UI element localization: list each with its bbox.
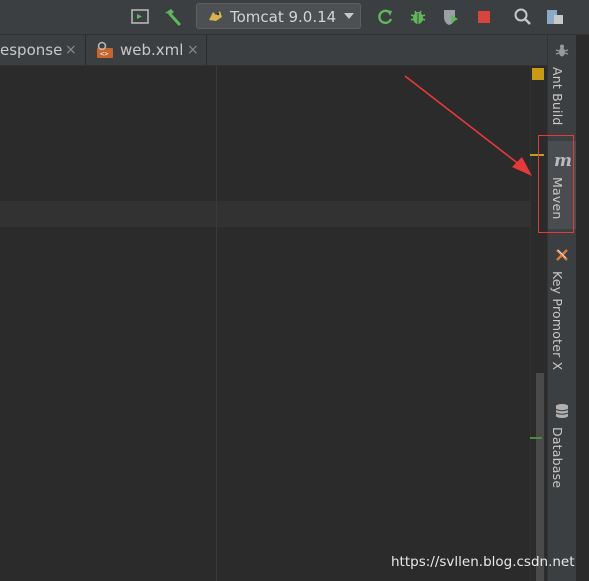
tool-window-label: Database bbox=[550, 427, 565, 489]
rerun-icon[interactable] bbox=[375, 7, 395, 27]
tool-window-ant-build[interactable]: Ant Build bbox=[548, 43, 576, 138]
tab-label: web.xml bbox=[120, 41, 184, 59]
watermark: https://svllen.blog.csdn.net bbox=[391, 554, 575, 570]
database-icon bbox=[555, 404, 569, 418]
tool-window-label: Key Promoter X bbox=[550, 271, 565, 371]
vertical-scrollbar[interactable] bbox=[536, 373, 544, 581]
debug-bug-icon[interactable] bbox=[408, 7, 428, 27]
tomcat-icon bbox=[209, 11, 222, 21]
inspection-status-icon[interactable] bbox=[532, 68, 544, 80]
run-configuration-label: Tomcat 9.0.14 bbox=[230, 8, 337, 26]
code-editor[interactable] bbox=[0, 66, 548, 581]
ant-icon bbox=[555, 44, 569, 57]
caret-row-highlight bbox=[0, 201, 530, 227]
tool-window-database[interactable]: Database bbox=[548, 403, 576, 513]
coverage-icon[interactable] bbox=[441, 7, 461, 27]
key-promoter-icon bbox=[556, 249, 568, 261]
layout-icon[interactable] bbox=[130, 7, 150, 27]
build-hammer-icon[interactable] bbox=[162, 7, 182, 27]
right-tool-window-bar: Ant Build m Maven Key Promoter X Databas… bbox=[547, 35, 576, 581]
dropdown-caret-icon bbox=[344, 13, 354, 19]
window-edge bbox=[576, 35, 589, 581]
run-configuration-select[interactable]: Tomcat 9.0.14 bbox=[196, 3, 361, 29]
tool-window-key-promoter-x[interactable]: Key Promoter X bbox=[548, 247, 576, 377]
maven-highlight-box bbox=[538, 135, 574, 233]
svg-text:<>: <> bbox=[100, 50, 108, 58]
tool-window-label: Ant Build bbox=[550, 67, 565, 126]
close-icon[interactable]: × bbox=[187, 42, 199, 58]
editor-tab-bar: esponse × <> web.xml × bbox=[0, 35, 547, 66]
tab-label: esponse bbox=[0, 41, 63, 59]
change-marker[interactable] bbox=[530, 437, 542, 439]
xml-file-icon: <> bbox=[97, 41, 113, 58]
stop-icon[interactable] bbox=[474, 7, 494, 27]
project-structure-icon[interactable] bbox=[545, 7, 565, 27]
tab-response[interactable]: esponse × bbox=[0, 35, 86, 65]
close-icon[interactable]: × bbox=[65, 42, 77, 58]
search-icon[interactable] bbox=[513, 7, 533, 27]
tab-web-xml[interactable]: <> web.xml × bbox=[87, 35, 207, 65]
right-margin-guide bbox=[216, 66, 217, 581]
main-toolbar: Tomcat 9.0.14 bbox=[0, 0, 589, 35]
